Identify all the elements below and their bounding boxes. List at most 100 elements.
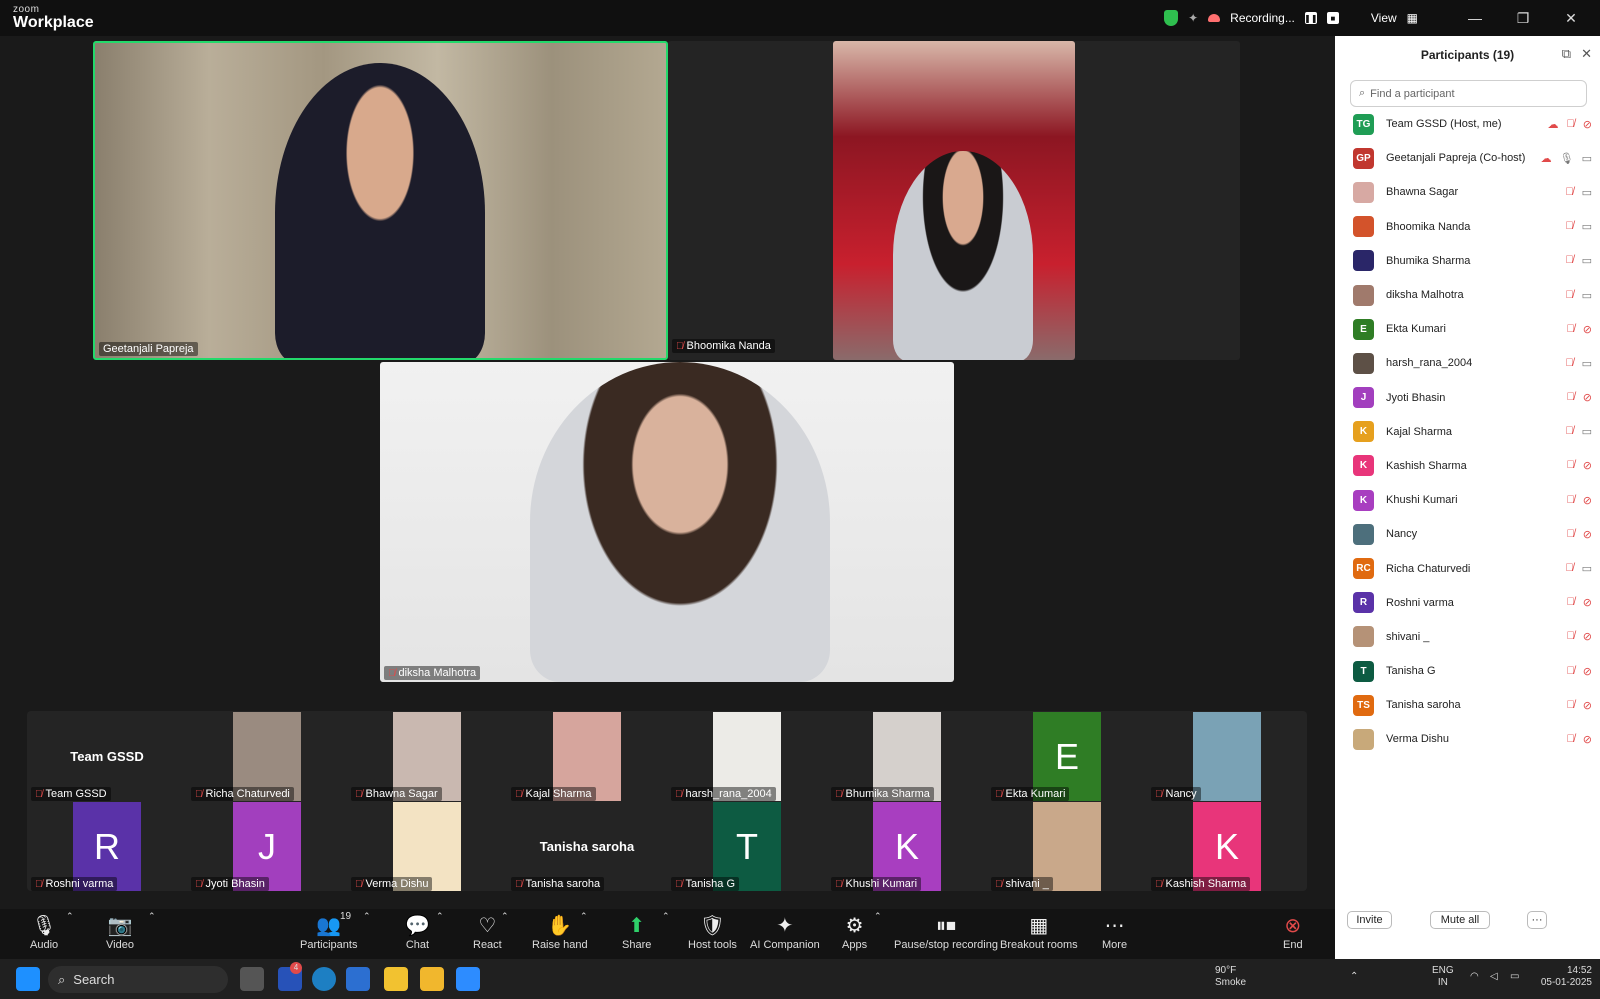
video-tile-second[interactable]: [833, 41, 1075, 360]
camera-icon[interactable]: ▭: [1582, 152, 1592, 165]
participant-row[interactable]: shivani _ 🎙̸ ⊘: [1335, 620, 1600, 654]
camera-off-icon[interactable]: ⊘: [1583, 391, 1592, 404]
participants-caret-icon[interactable]: ⌃: [363, 911, 371, 922]
gallery-tile[interactable]: Tanisha saroha 🎙̸ Tanisha saroha: [507, 802, 667, 891]
gallery-tile[interactable]: J 🎙̸ Jyoti Bhasin: [187, 802, 347, 891]
gallery-tile[interactable]: K 🎙̸ Khushi Kumari: [827, 802, 987, 891]
mic-muted-icon[interactable]: 🎙̸: [1567, 665, 1575, 678]
react-caret-icon[interactable]: ⌃: [501, 911, 509, 922]
raise-hand-caret-icon[interactable]: ⌃: [580, 911, 588, 922]
stop-recording-icon[interactable]: ■: [1326, 12, 1339, 24]
participant-row[interactable]: Bhoomika Nanda 🎙̸ ▭: [1335, 210, 1600, 244]
audio-caret-icon[interactable]: ⌃: [66, 911, 74, 922]
participant-row[interactable]: J Jyoti Bhasin 🎙̸ ⊘: [1335, 381, 1600, 415]
sticky-notes-icon[interactable]: [384, 967, 408, 991]
chevron-up-icon[interactable]: ⌃: [1350, 971, 1358, 983]
gallery-tile[interactable]: E 🎙̸ Ekta Kumari: [987, 712, 1147, 801]
participant-row[interactable]: E Ekta Kumari 🎙̸ ⊘: [1335, 312, 1600, 346]
participant-row[interactable]: harsh_rana_2004 🎙̸ ▭: [1335, 346, 1600, 380]
close-panel-icon[interactable]: ✕: [1581, 46, 1592, 62]
gallery-tile[interactable]: Team GSSD 🎙̸ Team GSSD: [27, 712, 187, 801]
camera-icon[interactable]: ▭: [1582, 289, 1592, 302]
language-indicator[interactable]: ENG IN: [1432, 965, 1454, 989]
end-button[interactable]: ⊗ End: [1283, 913, 1303, 951]
edge-browser-icon[interactable]: [312, 967, 336, 991]
video-tile-speaker[interactable]: Geetanjali Papreja: [93, 41, 668, 360]
gallery-tile[interactable]: R 🎙̸ Roshni varma: [27, 802, 187, 891]
gallery-tile[interactable]: 🎙̸ Verma Dishu: [347, 802, 507, 891]
view-button[interactable]: View: [1371, 11, 1397, 25]
panel-more-button[interactable]: ···: [1527, 911, 1547, 929]
mute-all-button[interactable]: Mute all: [1430, 911, 1490, 929]
breakout-rooms-button[interactable]: ▦ Breakout rooms: [1000, 913, 1078, 951]
mic-muted-icon[interactable]: 🎙̸: [1565, 425, 1573, 438]
camera-off-icon[interactable]: ⊘: [1583, 528, 1592, 541]
mic-muted-icon[interactable]: 🎙̸: [1567, 118, 1575, 131]
participant-row[interactable]: Verma Dishu 🎙̸ ⊘: [1335, 722, 1600, 756]
grid-view-icon[interactable]: ▦: [1407, 11, 1418, 25]
mic-muted-icon[interactable]: 🎙̸: [1567, 494, 1575, 507]
participant-row[interactable]: K Khushi Kumari 🎙̸ ⊘: [1335, 483, 1600, 517]
participant-row[interactable]: TS Tanisha saroha 🎙̸ ⊘: [1335, 688, 1600, 722]
mic-muted-icon[interactable]: 🎙̸: [1565, 254, 1573, 267]
battery-icon[interactable]: ▭: [1510, 971, 1519, 983]
react-button[interactable]: ♡ React: [473, 913, 502, 951]
participant-row[interactable]: Bhawna Sagar 🎙̸ ▭: [1335, 175, 1600, 209]
mic-muted-icon[interactable]: 🎙̸: [1567, 323, 1575, 336]
apps-caret-icon[interactable]: ⌃: [874, 911, 882, 922]
shield-icon[interactable]: [1164, 10, 1179, 26]
chat-button[interactable]: 💬 Chat: [405, 913, 430, 951]
video-caret-icon[interactable]: ⌃: [148, 911, 156, 922]
mic-muted-icon[interactable]: 🎙̸: [1565, 186, 1573, 199]
close-window-icon[interactable]: ✕: [1552, 10, 1590, 27]
pause-stop-recording-button[interactable]: ⏸⏹ Pause/stop recording: [894, 913, 998, 951]
camera-icon[interactable]: ▭: [1582, 562, 1592, 575]
gallery-tile[interactable]: T 🎙̸ Tanisha G: [667, 802, 827, 891]
gallery-tile[interactable]: 🎙̸ shivani _: [987, 802, 1147, 891]
share-button[interactable]: ⬆ Share: [622, 913, 651, 951]
volume-icon[interactable]: ◁: [1490, 971, 1498, 983]
camera-icon[interactable]: ▭: [1582, 186, 1592, 199]
participant-row[interactable]: Nancy 🎙̸ ⊘: [1335, 517, 1600, 551]
participant-row[interactable]: GP Geetanjali Papreja (Co-host) ☁ 🎙 ▭: [1335, 141, 1600, 175]
camera-icon[interactable]: ▭: [1582, 425, 1592, 438]
camera-icon[interactable]: ▭: [1582, 357, 1592, 370]
camera-off-icon[interactable]: ⊘: [1583, 323, 1592, 336]
gallery-tile[interactable]: 🎙̸ Bhawna Sagar: [347, 712, 507, 801]
gallery-tile[interactable]: 🎙̸ harsh_rana_2004: [667, 712, 827, 801]
popout-icon[interactable]: ⧉: [1562, 46, 1571, 62]
mic-muted-icon[interactable]: 🎙̸: [1567, 596, 1575, 609]
video-tile-third[interactable]: 🎙̸ diksha Malhotra: [380, 362, 954, 682]
mic-muted-icon[interactable]: 🎙̸: [1567, 528, 1575, 541]
mic-muted-icon[interactable]: 🎙̸: [1565, 357, 1573, 370]
sparkle-icon[interactable]: ✦: [1188, 11, 1198, 25]
participant-row[interactable]: K Kajal Sharma 🎙̸ ▭: [1335, 415, 1600, 449]
more-button[interactable]: ⋯ More: [1102, 913, 1127, 951]
camera-off-icon[interactable]: ⊘: [1583, 733, 1592, 746]
minimize-icon[interactable]: —: [1456, 10, 1494, 26]
pause-recording-icon[interactable]: ❚❚: [1304, 12, 1318, 24]
apps-button[interactable]: ⚙ Apps: [842, 913, 867, 951]
taskbar-search[interactable]: ⌕ Search: [48, 966, 228, 993]
video-button[interactable]: 📷 Video: [106, 913, 134, 951]
mic-muted-icon[interactable]: 🎙̸: [1567, 699, 1575, 712]
share-caret-icon[interactable]: ⌃: [662, 911, 670, 922]
task-view-icon[interactable]: [240, 967, 264, 991]
mic-muted-icon[interactable]: 🎙̸: [1567, 459, 1575, 472]
mic-muted-icon[interactable]: 🎙̸: [1567, 391, 1575, 404]
gallery-tile[interactable]: K 🎙̸ Kashish Sharma: [1147, 802, 1307, 891]
gallery-tile[interactable]: 🎙̸ Kajal Sharma: [507, 712, 667, 801]
participant-row[interactable]: diksha Malhotra 🎙̸ ▭: [1335, 278, 1600, 312]
mic-muted-icon[interactable]: 🎙̸: [1565, 220, 1573, 233]
mic-muted-icon[interactable]: 🎙̸: [1567, 630, 1575, 643]
participant-row[interactable]: TG Team GSSD (Host, me) ☁ 🎙̸ ⊘: [1335, 107, 1600, 141]
clock[interactable]: 14:52 05-01-2025: [1530, 965, 1592, 989]
camera-off-icon[interactable]: ⊘: [1583, 665, 1592, 678]
participant-row[interactable]: RC Richa Chaturvedi 🎙̸ ▭: [1335, 551, 1600, 585]
camera-off-icon[interactable]: ⊘: [1583, 459, 1592, 472]
camera-off-icon[interactable]: ⊘: [1583, 596, 1592, 609]
gallery-tile[interactable]: 🎙̸ Richa Chaturvedi: [187, 712, 347, 801]
mic-muted-icon[interactable]: 🎙̸: [1565, 562, 1573, 575]
todo-app-icon[interactable]: [346, 967, 370, 991]
participant-row[interactable]: T Tanisha G 🎙̸ ⊘: [1335, 654, 1600, 688]
